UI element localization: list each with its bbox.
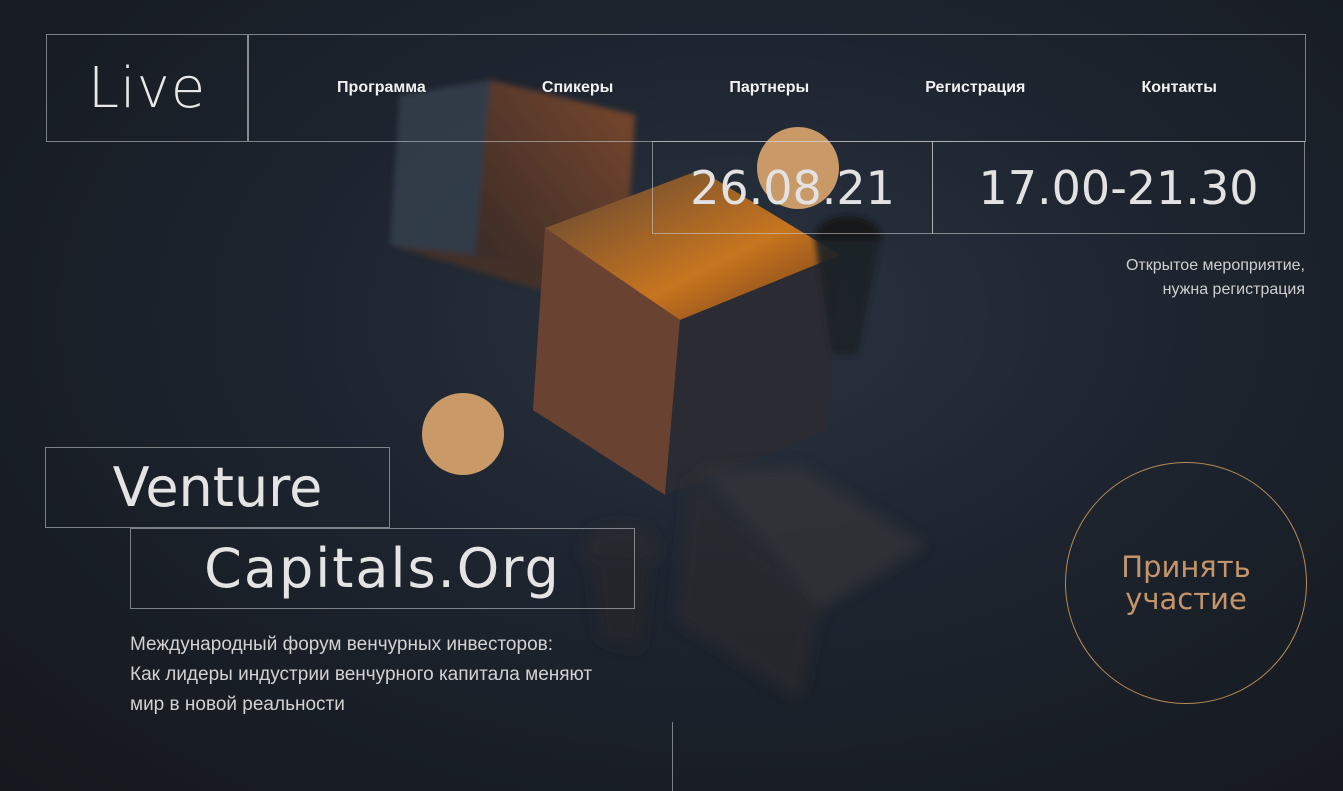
nav-item-program[interactable]: Программа — [337, 79, 426, 97]
nav-item-partners[interactable]: Партнеры — [729, 79, 809, 97]
event-note-line-1: Открытое мероприятие, — [1125, 257, 1305, 274]
nav-item-contacts[interactable]: Контакты — [1141, 79, 1216, 97]
participate-label-line-1: Принять — [1121, 550, 1251, 584]
hero-description: Международный форум венчурных инвесторов… — [130, 630, 670, 720]
scroll-divider-line — [672, 722, 673, 791]
event-date: 26.08.21 — [652, 141, 933, 234]
logo-cell[interactable]: Live — [47, 35, 249, 141]
event-note-line-2: нужна регистрация — [1162, 281, 1305, 298]
nav-item-speakers[interactable]: Спикеры — [542, 79, 613, 97]
event-time: 17.00-21.30 — [932, 141, 1305, 234]
participate-label-line-2: участие — [1125, 582, 1247, 616]
description-line-1: Международный форум венчурных инвесторов… — [130, 634, 554, 655]
description-line-2: Как лидеры индустрии венчурного капитала… — [130, 664, 593, 685]
logo[interactable]: Live — [88, 56, 206, 121]
main-nav: Программа Спикеры Партнеры Регистрация К… — [249, 79, 1305, 97]
event-access-note: Открытое мероприятие, нужна регистрация — [1126, 254, 1305, 302]
nav-item-registration[interactable]: Регистрация — [925, 79, 1025, 97]
site-header: Live Программа Спикеры Партнеры Регистра… — [46, 34, 1306, 142]
hero-title-line-1: Venture — [45, 447, 390, 528]
participate-button[interactable]: Принять участие — [1065, 462, 1307, 704]
hero-title-line-2: Capitals.Org — [130, 528, 635, 609]
description-line-3: мир в новой реальности — [130, 694, 345, 715]
